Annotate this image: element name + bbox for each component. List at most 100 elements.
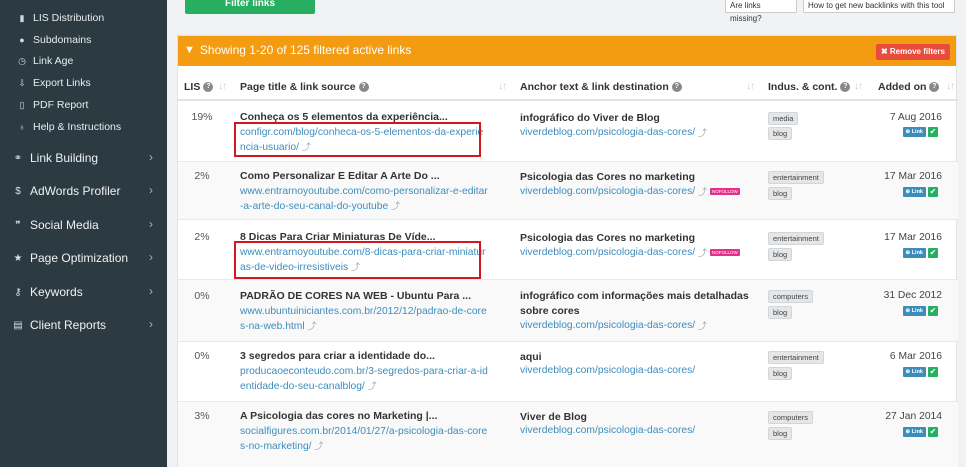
howto-backlinks-button[interactable]: How to get new backlinks with this tool	[803, 0, 955, 13]
external-link-icon[interactable]: ⤴	[698, 185, 707, 198]
content-tag: blog	[768, 127, 793, 140]
lis-value: 2%	[194, 170, 210, 182]
anchor-text: infográfico com informações mais detalha…	[520, 290, 749, 317]
table-row: 2% Como Personalizar E Editar A Arte Do …	[178, 162, 958, 220]
download-icon: ⇩	[18, 77, 26, 88]
sidebar-item-label: Social Media	[30, 218, 99, 232]
lis-value: 2%	[194, 231, 210, 243]
sort-icon[interactable]: ↓↑	[854, 81, 863, 92]
link-badge[interactable]: ⊕ Link	[902, 187, 926, 197]
sort-icon[interactable]: ↓↑	[498, 81, 507, 92]
check-icon: ✔	[928, 427, 938, 437]
sidebar-item-label: Link Building	[30, 151, 99, 165]
source-url-link[interactable]: socialfigures.com.br/2014/01/27/a-psicol…	[240, 424, 488, 454]
help-icon: ?	[929, 82, 940, 92]
source-url-link[interactable]: www.ubuntuiniciantes.com.br/2012/12/padr…	[240, 304, 488, 334]
sidebar-item-link-age[interactable]: ◷ Link Age	[17, 51, 73, 71]
status-badges: ⊕ Link ✔	[902, 306, 938, 316]
remove-filters-button[interactable]: ✖ Remove filters	[875, 44, 950, 60]
star-icon: ★	[13, 252, 23, 264]
external-link-icon[interactable]: ⤴	[698, 246, 707, 259]
status-badges: ⊕ Link ✔	[902, 248, 938, 258]
sidebar-item-label: Keywords	[30, 285, 83, 299]
source-url-link[interactable]: producaoeconteudo.com.br/3-segredos-para…	[240, 364, 488, 394]
table-header: LIS? ↓↑ Page title & link source? ↓↑ Anc…	[178, 77, 958, 101]
status-badges: ⊕ Link ✔	[902, 187, 938, 197]
sidebar-item-client-reports[interactable]: ▤ Client Reports ›	[12, 314, 158, 336]
sidebar-item-adwords-profiler[interactable]: $ AdWords Profiler ›	[12, 180, 158, 202]
column-added-on[interactable]: Added on?	[878, 81, 940, 93]
chevron-right-icon: ›	[149, 183, 153, 197]
anchor-text: Psicologia das Cores no marketing	[520, 232, 696, 244]
industry-tag: computers	[768, 290, 814, 303]
sidebar-item-keywords[interactable]: ⚷ Keywords ›	[12, 281, 158, 303]
destination-url-link[interactable]: viverdeblog.com/psicologia-das-cores/ ⤴	[520, 126, 707, 139]
link-badge[interactable]: ⊕ Link	[902, 427, 926, 437]
panel-title: ▼ Showing 1-20 of 125 filtered active lin…	[184, 43, 412, 57]
sidebar-item-export-links[interactable]: ⇩ Export Links	[17, 73, 91, 93]
destination-url-link[interactable]: viverdeblog.com/psicologia-das-cores/ ⤴ N…	[520, 185, 740, 198]
sidebar: ▮ LIS Distribution ● Subdomains ◷ Link Age …	[0, 0, 167, 467]
external-link-icon[interactable]: ⤴	[698, 126, 707, 139]
chevron-right-icon: ›	[149, 150, 153, 164]
source-url-link[interactable]: www.entrarnoyoutube.com/como-personaliza…	[240, 184, 488, 214]
external-link-icon[interactable]: ⤴	[308, 321, 317, 331]
sort-icon[interactable]: ↓↑	[946, 81, 955, 92]
link-badge[interactable]: ⊕ Link	[902, 248, 926, 258]
lis-value: 0%	[194, 290, 210, 302]
industry-tag: computers	[768, 411, 814, 424]
anchor-text: aqui	[520, 351, 542, 363]
external-link-icon[interactable]: ⤴	[368, 381, 377, 391]
links-missing-button[interactable]: Are links missing?	[725, 0, 797, 23]
sidebar-item-social-media[interactable]: ❞ Social Media ›	[12, 214, 158, 236]
help-icon: ?	[671, 82, 682, 92]
comments-icon: ❞	[15, 219, 21, 231]
content-tag: blog	[768, 427, 793, 440]
sidebar-item-help[interactable]: ♁ Help & Instructions	[17, 117, 122, 137]
external-link-icon[interactable]: ⤴	[698, 319, 707, 332]
anchor-text: infográfico do Viver de Blog	[520, 112, 660, 124]
sidebar-item-subdomains[interactable]: ● Subdomains	[17, 30, 91, 50]
external-link-icon[interactable]: ⤴	[314, 441, 323, 451]
column-industry[interactable]: Indus. & cont.?	[768, 81, 851, 93]
table-row: 0% PADRÃO DE CORES NA WEB - Ubuntu Para …	[178, 280, 958, 342]
external-link-icon[interactable]: ⤴	[391, 201, 400, 211]
destination-url-link[interactable]: viverdeblog.com/psicologia-das-cores/	[520, 365, 695, 376]
help-icon: ?	[203, 82, 214, 92]
lis-value: 19%	[191, 111, 213, 123]
content-tag: blog	[768, 367, 793, 380]
panel-header: ▼ Showing 1-20 of 125 filtered active lin…	[178, 36, 956, 66]
check-icon: ✔	[928, 306, 938, 316]
destination-url-link[interactable]: viverdeblog.com/psicologia-das-cores/ ⤴	[520, 319, 707, 332]
sidebar-item-page-optimization[interactable]: ★ Page Optimization ›	[12, 247, 158, 269]
sort-icon[interactable]: ↓↑	[746, 81, 755, 92]
anchor-text: Psicologia das Cores no marketing	[520, 171, 696, 183]
column-page-title[interactable]: Page title & link source?	[240, 81, 369, 93]
link-badge[interactable]: ⊕ Link	[902, 306, 926, 316]
link-badge[interactable]: ⊕ Link	[902, 367, 926, 377]
sidebar-item-lis-distribution[interactable]: ▮ LIS Distribution	[17, 8, 105, 28]
table-row: 0% 3 segredos para criar a identidade do…	[178, 342, 958, 402]
destination-url-link[interactable]: viverdeblog.com/psicologia-das-cores/	[520, 425, 695, 436]
check-icon: ✔	[928, 367, 938, 377]
lis-value: 3%	[194, 410, 210, 422]
sidebar-item-pdf-report[interactable]: ▯ PDF Report	[17, 95, 89, 115]
column-lis[interactable]: LIS?	[184, 81, 214, 93]
links-panel: ▼ Showing 1-20 of 125 filtered active lin…	[177, 35, 958, 467]
sidebar-item-label: AdWords Profiler	[30, 184, 121, 198]
destination-url-link[interactable]: viverdeblog.com/psicologia-das-cores/ ⤴ N…	[520, 246, 740, 259]
sidebar-item-link-building[interactable]: ⚭ Link Building ›	[12, 147, 158, 169]
added-date: 7 Aug 2016	[889, 112, 942, 123]
column-anchor-text[interactable]: Anchor text & link destination?	[520, 81, 682, 93]
industry-tag: entertainment	[768, 232, 824, 245]
nofollow-badge: NOFOLLOW	[710, 188, 740, 195]
sidebar-item-label: Subdomains	[33, 34, 92, 46]
dollar-icon: $	[15, 185, 21, 197]
link-badge[interactable]: ⊕ Link	[902, 127, 926, 137]
page-title: 3 segredos para criar a identidade do...	[240, 350, 435, 362]
sort-icon[interactable]: ↓↑	[218, 81, 227, 92]
filter-links-button[interactable]: Filter links	[185, 0, 315, 14]
check-icon: ✔	[928, 248, 938, 258]
check-icon: ✔	[928, 187, 938, 197]
help-icon: ?	[840, 82, 851, 92]
